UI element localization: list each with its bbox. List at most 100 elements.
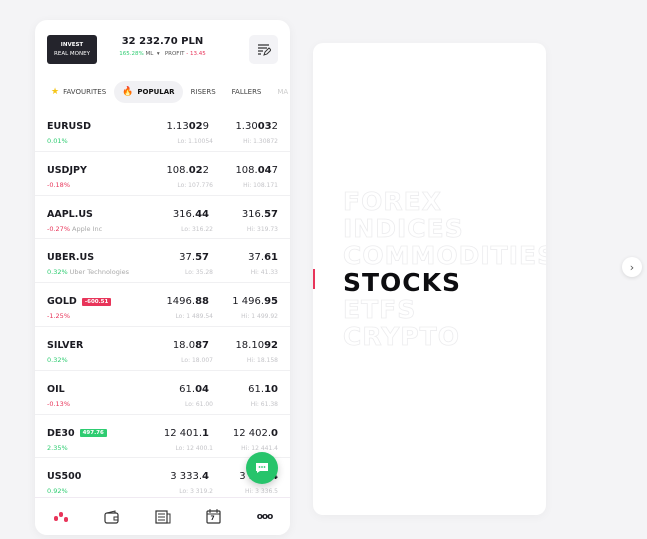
instrument-row[interactable]: USDJPY -0.18% 108.022 108.047 Lo: 107.77…	[35, 152, 290, 196]
high-price: Hi: 18.158	[246, 356, 278, 364]
sell-price[interactable]: 3 333.4	[170, 471, 209, 482]
category-etfs[interactable]: ETFS	[343, 296, 546, 324]
change-percent: -1.25%	[47, 312, 70, 321]
low-price: Lo: 35.28	[184, 269, 213, 277]
change-badge: 497.76	[79, 429, 107, 438]
sell-price[interactable]: 18.087	[173, 340, 209, 351]
buy-price[interactable]: 18.1092	[235, 340, 278, 351]
buy-price[interactable]: 316.57	[242, 209, 278, 220]
change-percent: 0.32%	[47, 355, 68, 364]
instrument-symbol: GOLD	[47, 296, 77, 308]
low-price: Lo: 1.10054	[177, 138, 213, 145]
market-icon[interactable]	[51, 507, 71, 527]
buy-price[interactable]: 1.30032	[235, 121, 278, 132]
instrument-row[interactable]: AAPL.US -0.27% Apple Inc 316.44 316.57 Lo…	[35, 196, 290, 240]
next-slide-button[interactable]: ›	[622, 257, 642, 277]
high-price: Hi: 108.171	[243, 181, 278, 189]
change-percent: 2.35%	[47, 443, 68, 452]
buy-price[interactable]: 1 496.95	[232, 296, 278, 307]
high-price: Hi: 41.33	[250, 269, 278, 277]
low-price: Lo: 107.776	[177, 181, 213, 189]
instrument-row[interactable]: OIL -0.13% 61.04 61.10 Lo: 61.00 Hi: 61.…	[35, 371, 290, 415]
low-price: Lo: 61.00	[184, 400, 213, 408]
change-badge: -600.51	[81, 297, 112, 306]
wallet-icon[interactable]	[102, 507, 122, 527]
instrument-row[interactable]: EURUSD 0.01% 1.13029 1.30032 Lo: 1.10054…	[35, 108, 290, 152]
asset-categories-card: FOREX INDICES COMMODITIES STOCKS ETFS CRYPTO	[313, 43, 546, 515]
change-percent: 0.32%	[47, 268, 68, 277]
change-percent: -0.18%	[47, 180, 70, 189]
instrument-list: EURUSD 0.01% 1.13029 1.30032 Lo: 1.10054…	[35, 108, 290, 503]
trading-app-panel: INVEST REAL MONEY 32 232.70 PLN 165.28% …	[35, 20, 290, 535]
edit-list-icon	[257, 44, 271, 56]
instrument-row[interactable]: UBER.US 0.32% Uber Technologies 37.57 37.…	[35, 239, 290, 284]
instrument-description: Uber Technologies	[69, 268, 130, 277]
change-percent: -0.13%	[47, 399, 70, 408]
sell-price[interactable]: 1.13029	[166, 121, 209, 132]
news-icon[interactable]	[153, 507, 173, 527]
buy-price[interactable]: 61.10	[248, 384, 278, 395]
high-price: Hi: 1.30872	[243, 138, 278, 145]
change-percent: 0.92%	[47, 487, 68, 496]
high-price: Hi: 319.73	[246, 225, 278, 233]
invest-real-money-button[interactable]: INVEST REAL MONEY	[47, 35, 97, 64]
account-balance[interactable]: 32 232.70 PLN 165.28% ML ▾ PROFIT - 13.4…	[105, 36, 220, 57]
instrument-symbol: USDJPY	[47, 164, 87, 176]
category-indices[interactable]: INDICES	[343, 215, 546, 243]
sell-price[interactable]: 316.44	[173, 209, 209, 220]
sell-price[interactable]: 37.57	[179, 252, 209, 263]
instrument-symbol: UBER.US	[47, 252, 95, 264]
chevron-right-icon: ›	[629, 260, 635, 274]
more-icon[interactable]: ooo	[255, 507, 275, 527]
high-price: Hi: 1 499.92	[241, 313, 278, 321]
category-commodities[interactable]: COMMODITIES	[343, 242, 546, 270]
low-price: Lo: 1 489.54	[175, 313, 213, 321]
active-category-marker	[313, 269, 315, 289]
edit-list-button[interactable]	[249, 35, 278, 64]
instrument-symbol: OIL	[47, 383, 65, 395]
balance-amount: 32 232.70 PLN	[121, 36, 204, 47]
high-price: Hi: 3 336.5	[244, 488, 278, 496]
low-price: Lo: 3 319.2	[179, 488, 213, 496]
tab-favourites[interactable]: ★ FAVOURITES	[43, 81, 114, 103]
low-price: Lo: 18.007	[181, 356, 213, 364]
bottom-nav: 7 ooo	[35, 497, 290, 535]
sell-price[interactable]: 1496.88	[166, 296, 209, 307]
buy-price[interactable]: 108.047	[235, 165, 278, 176]
instrument-symbol: DE30	[47, 427, 75, 439]
instrument-description: Apple Inc	[72, 224, 103, 233]
buy-price[interactable]: 12 402.0	[233, 428, 278, 439]
high-price: Hi: 61.38	[250, 400, 278, 408]
tab-fallers[interactable]: FALLERS	[224, 82, 270, 102]
sell-price[interactable]: 108.022	[166, 165, 209, 176]
high-price: Hi: 12 441.4	[241, 444, 278, 452]
instrument-symbol: EURUSD	[47, 121, 91, 132]
instrument-symbol: SILVER	[47, 339, 84, 351]
change-percent: -0.27%	[47, 224, 70, 233]
instrument-symbol: AAPL.US	[47, 208, 93, 220]
margin-level: 165.28%	[119, 51, 144, 57]
tab-risers[interactable]: RISERS	[183, 82, 224, 102]
instrument-symbol: US500	[47, 471, 82, 483]
tab-ma[interactable]: MA	[269, 82, 290, 102]
sell-price[interactable]: 61.04	[179, 384, 209, 395]
chevron-down-icon[interactable]: ▾	[157, 51, 160, 57]
flame-icon: 🔥	[122, 87, 134, 97]
chat-button[interactable]	[246, 452, 278, 484]
chat-icon	[256, 463, 268, 473]
profit-value: - 13.45	[186, 51, 206, 57]
instrument-row[interactable]: DE30 497.76 2.35% 12 401.1 12 402.0 Lo: 1…	[35, 415, 290, 459]
buy-price[interactable]: 37.61	[248, 252, 278, 263]
instrument-row[interactable]: SILVER 0.32% 18.087 18.1092 Lo: 18.007 H…	[35, 327, 290, 371]
category-tabs: ★ FAVOURITES 🔥 POPULAR RISERS FALLERS MA	[43, 80, 290, 104]
sell-price[interactable]: 12 401.1	[164, 428, 209, 439]
star-icon: ★	[51, 87, 60, 97]
instrument-row[interactable]: GOLD -600.51 -1.25% 1496.88 1 496.95 Lo: …	[35, 283, 290, 327]
category-crypto[interactable]: CRYPTO	[343, 323, 546, 351]
calendar-icon[interactable]: 7	[204, 507, 224, 527]
tab-popular[interactable]: 🔥 POPULAR	[114, 81, 183, 103]
low-price: Lo: 316.22	[181, 225, 213, 233]
category-stocks[interactable]: STOCKS	[343, 269, 546, 296]
category-forex[interactable]: FOREX	[343, 188, 546, 216]
low-price: Lo: 12 400.1	[175, 444, 213, 452]
